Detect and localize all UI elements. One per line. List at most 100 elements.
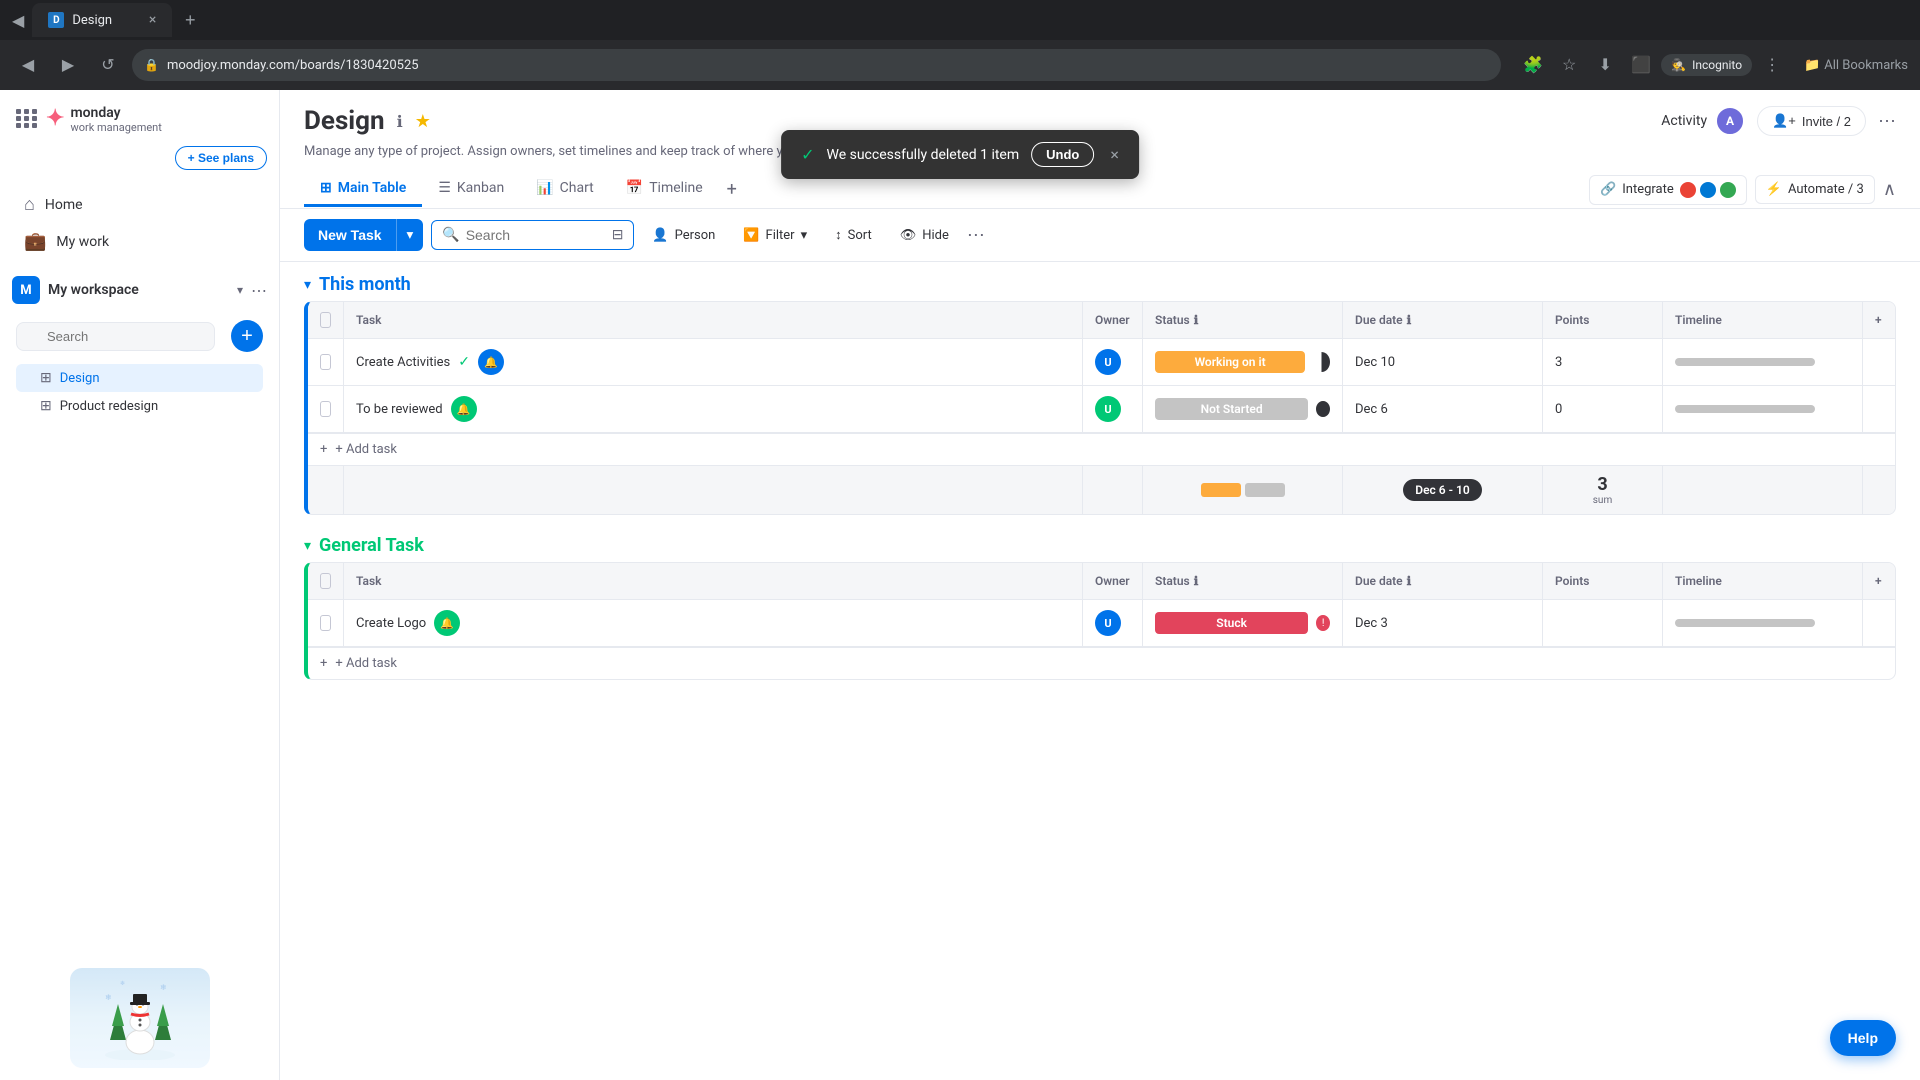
gcol-due-info[interactable]: ℹ bbox=[1407, 574, 1412, 588]
collapse-btn[interactable]: ∧ bbox=[1883, 179, 1896, 200]
tab-close-btn[interactable]: × bbox=[149, 12, 156, 28]
back-btn[interactable]: ◀ bbox=[12, 49, 44, 81]
add-board-btn[interactable]: + bbox=[231, 320, 263, 352]
see-plans-btn[interactable]: + See plans bbox=[175, 146, 267, 170]
snowman-svg: ❄ ❄ ❄ bbox=[100, 970, 180, 1060]
forward-btn[interactable]: ▶ bbox=[52, 49, 84, 81]
task-complete-icon: ✓ bbox=[458, 354, 470, 370]
new-tab-btn[interactable]: + bbox=[176, 6, 204, 34]
sum-label: sum bbox=[1593, 495, 1612, 506]
cell-task-2[interactable]: To be reviewed 🔔 bbox=[344, 386, 1083, 432]
search-icon: 🔍 bbox=[442, 227, 459, 243]
col-timeline: Timeline bbox=[1663, 302, 1863, 338]
hide-btn[interactable]: 👁 Hide bbox=[890, 222, 959, 249]
cell-due-2: Dec 6 bbox=[1343, 386, 1543, 432]
search-options-icon[interactable]: ⊟ bbox=[612, 227, 624, 243]
col-due-info[interactable]: ℹ bbox=[1407, 313, 1412, 327]
tab-main-table[interactable]: ⊞ Main Table bbox=[304, 172, 422, 207]
app-layout: ✦ monday work management + See plans ⌂ H… bbox=[0, 90, 1920, 1080]
cell-points-2: 0 bbox=[1543, 386, 1663, 432]
automate-btn[interactable]: ⚡ Automate / 3 bbox=[1755, 175, 1875, 204]
gcol-task: Task bbox=[344, 563, 1083, 599]
person-icon: 👤 bbox=[652, 228, 668, 243]
more-options-btn[interactable]: ⋯ bbox=[1878, 111, 1896, 132]
status-indicator-2 bbox=[1316, 401, 1330, 417]
add-task-btn[interactable]: + + Add task bbox=[308, 433, 1895, 465]
grow-checkbox-1[interactable] bbox=[320, 615, 331, 631]
cell-due-1: Dec 10 bbox=[1343, 339, 1543, 385]
toast-close-btn[interactable]: × bbox=[1110, 145, 1119, 164]
col-points: Points bbox=[1543, 302, 1663, 338]
sidebar-workspace[interactable]: M My workspace ▾ ⋯ bbox=[0, 268, 279, 312]
page-star-icon[interactable]: ★ bbox=[415, 111, 431, 132]
gcol-points: Points bbox=[1543, 563, 1663, 599]
sidebar-item-my-work[interactable]: 💼 My work bbox=[8, 223, 271, 260]
sum-cell-task bbox=[344, 466, 1083, 514]
gadd-task-btn[interactable]: + + Add task bbox=[308, 647, 1895, 679]
this-month-table: Task Owner Status ℹ Due date ℹ Points Ti… bbox=[304, 301, 1896, 515]
filter-btn[interactable]: 🔽 Filter ▾ bbox=[733, 222, 817, 249]
address-bar[interactable]: 🔒 moodjoy.monday.com/boards/1830420525 bbox=[132, 49, 1501, 81]
toast-undo-btn[interactable]: Undo bbox=[1031, 142, 1094, 167]
integrate-btn[interactable]: 🔗 Integrate bbox=[1589, 175, 1747, 205]
sidebar-item-home[interactable]: ⌂ Home bbox=[8, 186, 271, 223]
page-info-icon[interactable]: ℹ bbox=[397, 112, 403, 131]
search-input[interactable] bbox=[466, 227, 606, 243]
sidebar-search-area: 🔍 + bbox=[0, 312, 279, 360]
help-btn[interactable]: Help bbox=[1830, 1020, 1896, 1056]
gcell-status-1[interactable]: Stuck ! bbox=[1143, 600, 1343, 646]
gcol-add-col[interactable]: + bbox=[1863, 563, 1895, 599]
gowner-avatar-1: U bbox=[1095, 610, 1121, 636]
header-checkbox[interactable] bbox=[320, 312, 331, 328]
sidebar-boards: ⊞ Design ⊞ Product redesign bbox=[0, 360, 279, 424]
gheader-checkbox[interactable] bbox=[320, 573, 331, 589]
active-browser-tab[interactable]: D Design × bbox=[32, 3, 172, 37]
col-add-col[interactable]: + bbox=[1863, 302, 1895, 338]
cell-status-1[interactable]: Working on it bbox=[1143, 339, 1343, 385]
tab-kanban[interactable]: ☰ Kanban bbox=[422, 172, 520, 207]
row-checkbox-1[interactable] bbox=[320, 354, 331, 370]
group-this-month-header[interactable]: ▾ This month bbox=[304, 262, 1896, 301]
gcell-points-1 bbox=[1543, 600, 1663, 646]
invite-btn[interactable]: 👤+ Invite / 2 bbox=[1757, 106, 1866, 136]
activity-btn[interactable]: Activity A bbox=[1661, 106, 1745, 136]
toolbar-more-btn[interactable]: ⋯ bbox=[967, 225, 985, 246]
sidebar-board-product-redesign[interactable]: ⊞ Product redesign bbox=[16, 392, 263, 420]
sidebar-search-input[interactable] bbox=[16, 322, 215, 351]
sum-cell-timeline bbox=[1663, 466, 1863, 514]
tab-right-actions: 🔗 Integrate ⚡ Automate / 3 ∧ bbox=[1589, 175, 1896, 205]
group-this-month-title: This month bbox=[319, 274, 411, 295]
tab-timeline[interactable]: 📅 Timeline bbox=[610, 172, 719, 207]
gcell-task-1[interactable]: Create Logo 🔔 bbox=[344, 600, 1083, 646]
person-filter-btn[interactable]: 👤 Person bbox=[642, 222, 725, 249]
sort-btn[interactable]: ↕ Sort bbox=[825, 221, 882, 249]
profile-btn[interactable]: ⬛ bbox=[1625, 49, 1657, 81]
sidebar-board-design[interactable]: ⊞ Design bbox=[16, 364, 263, 392]
favorites-btn[interactable]: ☆ bbox=[1553, 49, 1585, 81]
apps-icon[interactable] bbox=[16, 109, 38, 128]
cell-owner-2: U bbox=[1083, 386, 1143, 432]
refresh-btn[interactable]: ↺ bbox=[92, 49, 124, 81]
sum-bar-gray bbox=[1245, 483, 1285, 497]
sum-status-bars bbox=[1201, 483, 1285, 497]
cell-task-1[interactable]: Create Activities ✓ 🔔 bbox=[344, 339, 1083, 385]
sum-row: Dec 6 - 10 3 sum bbox=[308, 465, 1895, 514]
back-nav-btn[interactable]: ◀ bbox=[8, 11, 28, 30]
sidebar: ✦ monday work management + See plans ⌂ H… bbox=[0, 90, 280, 1080]
new-task-btn[interactable]: New Task bbox=[304, 219, 396, 251]
col-status-info[interactable]: ℹ bbox=[1194, 313, 1199, 327]
group-general-task-header[interactable]: ▾ General Task bbox=[304, 523, 1896, 562]
download-btn[interactable]: ⬇ bbox=[1589, 49, 1621, 81]
row-checkbox-2-cb[interactable] bbox=[320, 401, 331, 417]
new-task-dropdown-btn[interactable]: ▾ bbox=[396, 219, 424, 251]
workspace-more-icon[interactable]: ⋯ bbox=[251, 281, 267, 300]
briefcase-icon: 💼 bbox=[24, 231, 46, 252]
gcol-status-info[interactable]: ℹ bbox=[1194, 574, 1199, 588]
general-table-header: Task Owner Status ℹ Due date ℹ Points Ti… bbox=[308, 563, 1895, 600]
tab-add-btn[interactable]: + bbox=[719, 171, 745, 208]
tab-chart[interactable]: 📊 Chart bbox=[520, 172, 610, 207]
extensions-btn[interactable]: 🧩 bbox=[1517, 49, 1549, 81]
timeline-bar-1 bbox=[1675, 358, 1815, 366]
menu-btn[interactable]: ⋮ bbox=[1756, 49, 1788, 81]
cell-status-2[interactable]: Not Started bbox=[1143, 386, 1343, 432]
